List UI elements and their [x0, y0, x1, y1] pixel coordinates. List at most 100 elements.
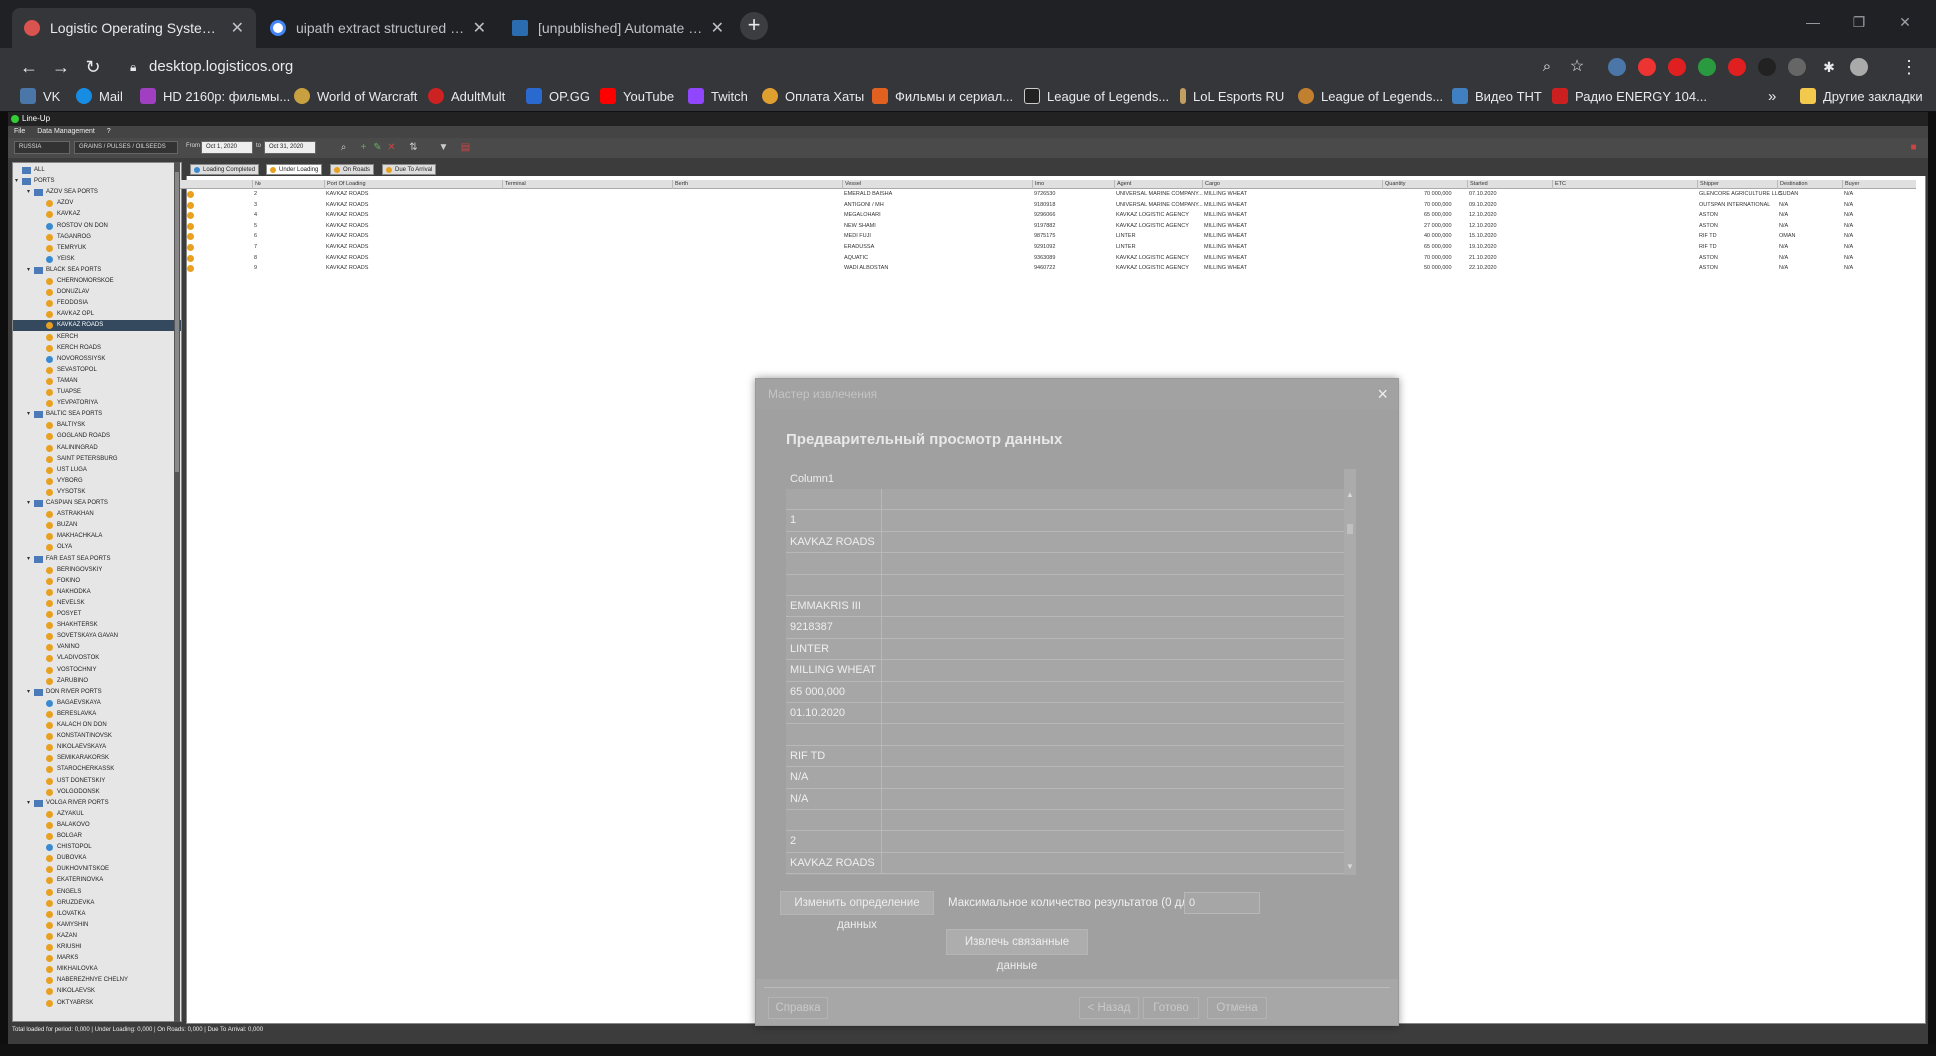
tree-port[interactable]: VOSTOCHNIY	[13, 665, 181, 676]
bookmark-lol-2[interactable]: League of Legends...	[1298, 86, 1443, 106]
menu-file[interactable]: File	[14, 128, 25, 135]
grid-column-header[interactable]: Destination	[1777, 180, 1842, 189]
tree-port[interactable]: BUZAN	[13, 520, 181, 531]
tree-port[interactable]: NEVELSK	[13, 598, 181, 609]
tree-port[interactable]: BERINGOVSKIY	[13, 565, 181, 576]
close-icon[interactable]: ✕	[711, 18, 724, 38]
ad-extension-icon[interactable]	[1788, 58, 1806, 76]
tree-port[interactable]: OLYA	[13, 542, 181, 553]
star-icon[interactable]: ☆	[1564, 54, 1590, 80]
tab-uipath[interactable]: [unpublished] Automate Web Pa ✕	[500, 8, 736, 48]
grid-column-header[interactable]: ETC	[1552, 180, 1697, 189]
tree-port[interactable]: BOLGAR	[13, 831, 181, 842]
url-field[interactable]: desktop.logisticos.org	[127, 53, 1547, 81]
grid-column-header[interactable]: Buyer	[1842, 180, 1916, 189]
evernote-extension-icon[interactable]	[1698, 58, 1716, 76]
bookmark-oplata[interactable]: Оплата Хаты	[762, 86, 864, 106]
tree-port[interactable]: AZYAKUL	[13, 809, 181, 820]
more-bookmarks-icon[interactable]: »	[1768, 86, 1776, 106]
tree-folder[interactable]: ▾ PORTS	[13, 176, 181, 187]
grid-column-header[interactable]: №	[252, 180, 324, 189]
tree-port[interactable]: ROSTOV ON DON	[13, 221, 181, 232]
delete-icon[interactable]: ✕	[386, 142, 397, 153]
tree-port[interactable]: TAMAN	[13, 376, 181, 387]
tree-port[interactable]: BAGAEVSKAYA	[13, 698, 181, 709]
search-icon[interactable]: ⌕	[1534, 54, 1560, 80]
extract-related-data-button[interactable]: Извлечь связанные данные	[946, 929, 1088, 972]
menu-icon[interactable]: ⋮	[1896, 54, 1922, 80]
tree-port[interactable]: ZARUBINO	[13, 676, 181, 687]
restore-icon[interactable]: ❐	[1836, 0, 1882, 44]
from-date-input[interactable]: Oct 1, 2020	[201, 141, 253, 154]
tree-port[interactable]: POSYET	[13, 609, 181, 620]
bookmark-hd2160[interactable]: HD 2160p: фильмы...	[140, 86, 290, 106]
bookmark-twitch[interactable]: Twitch	[688, 86, 748, 106]
tree-folder[interactable]: ▾ VOLGA RIVER PORTS	[13, 798, 181, 809]
grid-column-header[interactable]: Quantity	[1382, 180, 1467, 189]
tab-logistic-os[interactable]: Logistic Operating System Deskto ✕	[12, 8, 256, 48]
tab-under-loading[interactable]: Under Loading	[266, 164, 323, 175]
tree-port[interactable]: TAGANROG	[13, 232, 181, 243]
tab-due-to-arrival[interactable]: Due To Arrival	[382, 164, 437, 175]
tree-port[interactable]: BERESLAVKA	[13, 709, 181, 720]
grid-column-header[interactable]: Vessel	[842, 180, 1032, 189]
tree-port[interactable]: GOGLAND ROADS	[13, 431, 181, 442]
close-icon[interactable]: ✕	[473, 18, 486, 38]
tree-port[interactable]: KERCH ROADS	[13, 343, 181, 354]
tree-scrollbar-thumb[interactable]	[175, 172, 179, 472]
bookmark-radio[interactable]: Радио ENERGY 104...	[1552, 86, 1707, 106]
close-window-icon[interactable]: ✕	[1882, 0, 1928, 44]
tree-port[interactable]: MARKS	[13, 953, 181, 964]
expand-icon[interactable]: ▾	[15, 176, 22, 187]
cancel-button[interactable]: Отмена	[1207, 997, 1267, 1019]
tree-port[interactable]: NOVOROSSIYSK	[13, 354, 181, 365]
tree-port[interactable]: ASTRAKHAN	[13, 509, 181, 520]
tree-port[interactable]: SAINT PETERSBURG	[13, 454, 181, 465]
tree-port[interactable]: SOVETSKAYA GAVAN	[13, 631, 181, 642]
tree-port[interactable]: DUKHOVNITSKOE	[13, 864, 181, 875]
bookmark-opgg[interactable]: OP.GG	[526, 86, 590, 106]
tree-port[interactable]: MIKHAILOVKA	[13, 964, 181, 975]
scroll-up-icon[interactable]: ▲	[1344, 489, 1356, 501]
tree-folder[interactable]: ▾ CASPIAN SEA PORTS	[13, 498, 181, 509]
tree-port[interactable]: NIKOLAEVSK	[13, 986, 181, 997]
tree-port[interactable]: OKTYABRSK	[13, 998, 181, 1009]
tree-port[interactable]: UST DONETSKIY	[13, 776, 181, 787]
tree-port[interactable]: FEODOSIA	[13, 298, 181, 309]
grid-column-header[interactable]: Started	[1467, 180, 1552, 189]
tree-folder[interactable]: ▾ FAR EAST SEA PORTS	[13, 554, 181, 565]
tree-port[interactable]: MAKHACHKALA	[13, 531, 181, 542]
help-button[interactable]: Справка	[768, 997, 828, 1019]
tree-port[interactable]: SHAKHTERSK	[13, 620, 181, 631]
reload-icon[interactable]: ↻	[80, 54, 106, 80]
tree-folder[interactable]: ▾ BLACK SEA PORTS	[13, 265, 181, 276]
to-date-input[interactable]: Oct 31, 2020	[264, 141, 316, 154]
close-icon[interactable]: ×	[1377, 379, 1388, 409]
edit-icon[interactable]: ✎	[372, 142, 383, 153]
grid-column-header[interactable]: Imo	[1032, 180, 1114, 189]
grid-column-header[interactable]: Berth	[672, 180, 842, 189]
tree-port[interactable]: KERCH	[13, 332, 181, 343]
tree-port[interactable]: KAVKAZ	[13, 209, 181, 220]
dark-extension-icon[interactable]	[1758, 58, 1776, 76]
max-results-input[interactable]: 0	[1184, 892, 1260, 914]
tree-port[interactable]: TUAPSE	[13, 387, 181, 398]
tree-port[interactable]: CHERNOMORSKOE	[13, 276, 181, 287]
filter-icon[interactable]: ▼	[438, 142, 449, 153]
tree-port[interactable]: VANINO	[13, 642, 181, 653]
bookmark-adultmult[interactable]: AdultMult	[428, 86, 505, 106]
tree-port[interactable]: KONSTANTINOVSK	[13, 731, 181, 742]
tree-folder[interactable]: ▾ AZOV SEA PORTS	[13, 187, 181, 198]
table-row[interactable]: 8 KAVKAZ ROADS AQUATIC 9363089 KAVKAZ LOGIST…	[180, 253, 1916, 264]
menu-help[interactable]: ?	[107, 128, 111, 135]
bookmark-vk[interactable]: VK	[20, 86, 60, 106]
avatar[interactable]	[1850, 58, 1868, 76]
commodity-select[interactable]: GRAINS / PULSES / OILSEEDS	[74, 141, 178, 154]
tree-port[interactable]: ILOVATKA	[13, 909, 181, 920]
tree-port[interactable]: VYSOTSK	[13, 487, 181, 498]
tree-folder[interactable]: ▾ DON RIVER PORTS	[13, 687, 181, 698]
back-icon[interactable]: ←	[16, 54, 42, 80]
bookmark-wow[interactable]: World of Warcraft	[294, 86, 417, 106]
tree-port[interactable]: KAVKAZ ROADS	[13, 320, 181, 332]
new-tab-button[interactable]: +	[740, 12, 768, 40]
